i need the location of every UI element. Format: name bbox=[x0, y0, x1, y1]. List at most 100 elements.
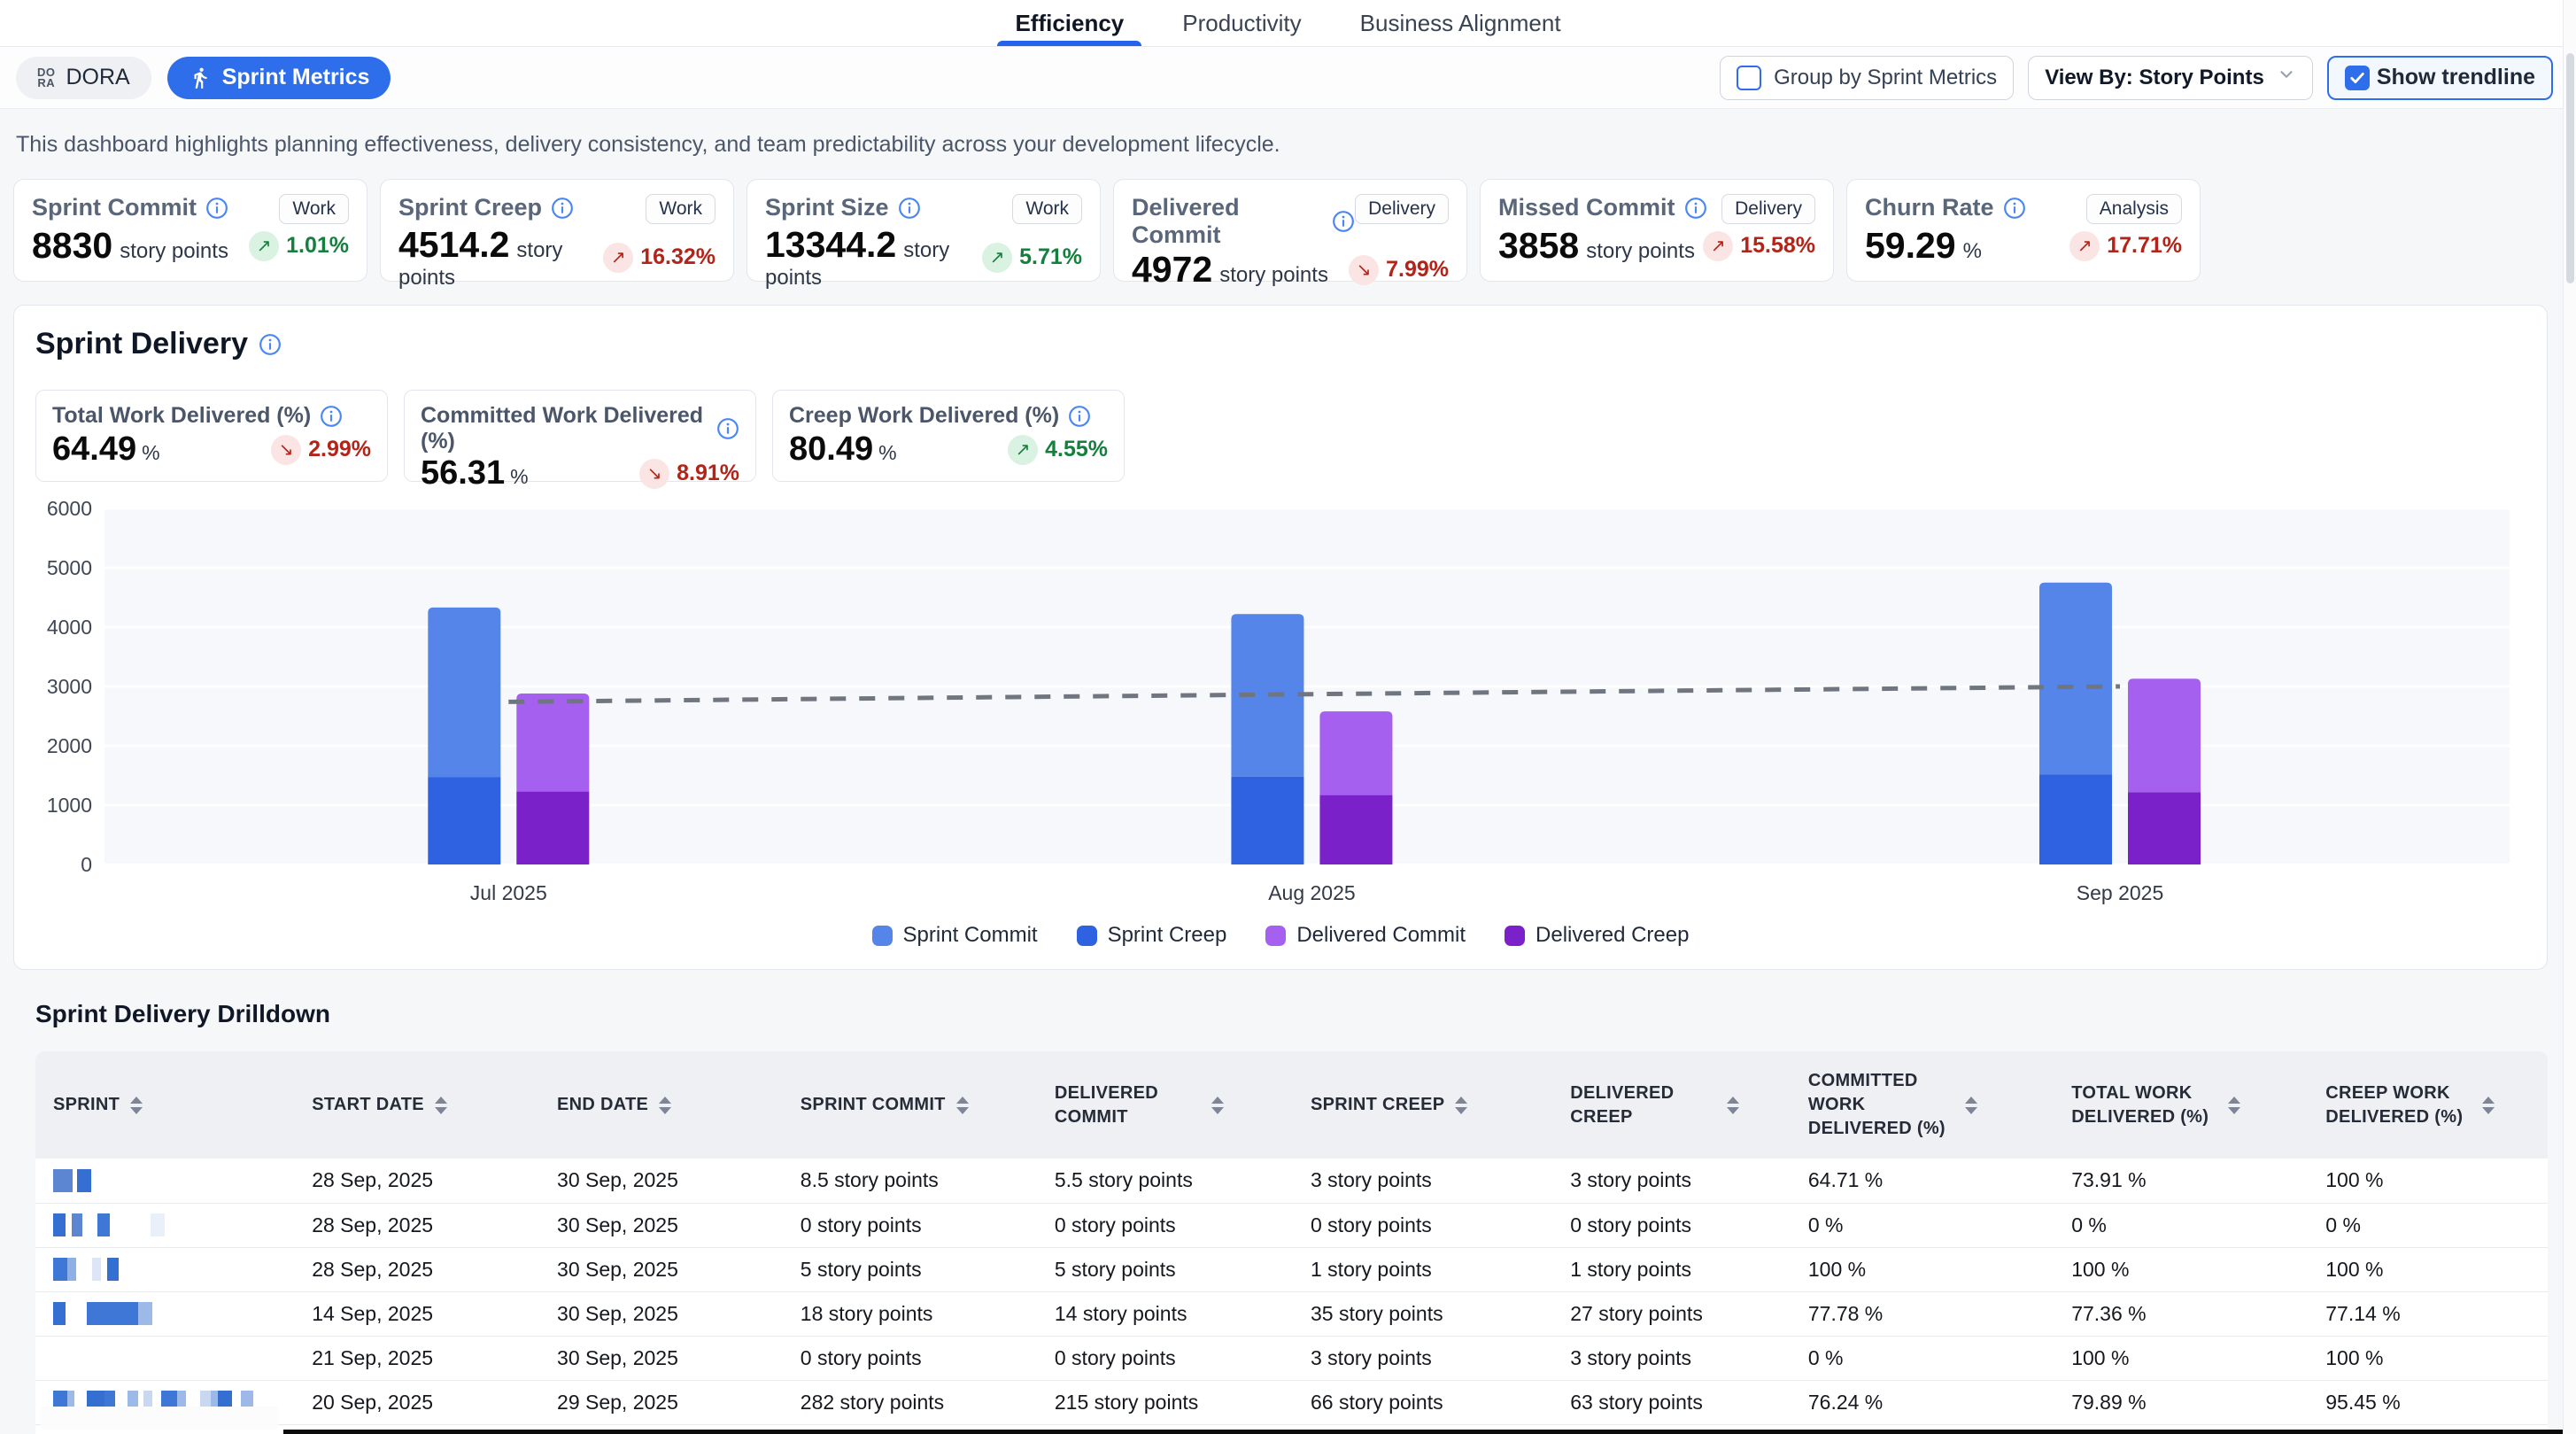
column-header-committed-work-delivered[interactable]: Committed Work Delivered (%) bbox=[1791, 1051, 2054, 1159]
bar-delivered-creep[interactable] bbox=[2128, 792, 2201, 864]
cell-sprint-creep: 0 story points bbox=[1293, 1203, 1552, 1247]
cell-start-date: 28 Sep, 2025 bbox=[294, 1203, 539, 1247]
table-row[interactable]: 28 Sep, 202530 Sep, 20255 story points5 … bbox=[35, 1247, 2548, 1291]
cell-start-date: 20 Sep, 2025 bbox=[294, 1380, 539, 1424]
dora-toggle-button[interactable]: DORA DORA bbox=[16, 57, 151, 99]
cell-sprint-commit: 5 story points bbox=[783, 1247, 1037, 1291]
trend-arrow-icon: ↘ bbox=[639, 459, 669, 489]
column-header-delivered-creep[interactable]: Delivered Creep bbox=[1552, 1051, 1791, 1159]
legend-item-delivered-creep[interactable]: Delivered Creep bbox=[1505, 923, 1689, 948]
bar-sprint-commit[interactable] bbox=[428, 608, 500, 778]
trend-indicator: ↘7.99% bbox=[1349, 255, 1449, 285]
bar-delivered-creep[interactable] bbox=[1319, 795, 1392, 864]
cell-total-work-delivered: 100 % bbox=[2054, 1247, 2308, 1291]
trend-value: 17.71% bbox=[2107, 233, 2182, 259]
metric-value: 59.29% bbox=[1865, 225, 1982, 267]
sprint-delivery-chart[interactable]: 0100020003000400050006000Jul 2025Aug 202… bbox=[35, 494, 2527, 918]
bar-delivered-commit[interactable] bbox=[2128, 678, 2201, 792]
table-row[interactable]: 14 Sep, 202530 Sep, 202518 story points1… bbox=[35, 1291, 2548, 1336]
metric-cards-row: Sprint Commit Work8830story points↗1.01%… bbox=[13, 179, 2576, 282]
scrollbar-thumb[interactable] bbox=[2566, 53, 2574, 283]
view-by-selected-value: View By: Story Points bbox=[2045, 66, 2264, 90]
cell-delivered-creep: 27 story points bbox=[1552, 1291, 1791, 1336]
trend-arrow-icon: ↘ bbox=[271, 435, 301, 465]
table-row[interactable]: 21 Sep, 202530 Sep, 20250 story points0 … bbox=[35, 1336, 2548, 1380]
bar-sprint-commit[interactable] bbox=[2039, 583, 2112, 774]
table-row[interactable]: 28 Sep, 202530 Sep, 20250 story points0 … bbox=[35, 1203, 2548, 1247]
sort-icon[interactable] bbox=[2482, 1097, 2495, 1114]
bar-delivered-creep[interactable] bbox=[516, 792, 589, 864]
trend-arrow-icon: ↗ bbox=[2069, 231, 2100, 261]
sort-icon[interactable] bbox=[1727, 1097, 1739, 1114]
column-header-sprint-creep[interactable]: Sprint Creep bbox=[1293, 1051, 1552, 1159]
legend-item-delivered-commit[interactable]: Delivered Commit bbox=[1265, 923, 1466, 948]
column-header-label: Creep Work Delivered (%) bbox=[2325, 1081, 2472, 1129]
column-header-start-date[interactable]: Start Date bbox=[294, 1051, 539, 1159]
info-icon[interactable] bbox=[1068, 405, 1091, 428]
trend-indicator: ↗ 17.71% bbox=[2069, 231, 2182, 261]
sort-icon[interactable] bbox=[2228, 1097, 2240, 1114]
sprint-metrics-toggle-button[interactable]: Sprint Metrics bbox=[167, 57, 391, 99]
sort-icon[interactable] bbox=[1211, 1097, 1224, 1114]
trend-indicator: ↗1.01% bbox=[249, 231, 349, 261]
category-badge: Work bbox=[279, 194, 349, 224]
sort-icon[interactable] bbox=[659, 1097, 671, 1114]
info-icon[interactable] bbox=[320, 405, 343, 428]
column-header-sprint[interactable]: Sprint bbox=[35, 1051, 294, 1159]
bar-sprint-creep[interactable] bbox=[1231, 777, 1303, 864]
bar-sprint-creep[interactable] bbox=[428, 778, 500, 864]
bar-delivered-commit[interactable] bbox=[516, 694, 589, 792]
page-scrollbar[interactable] bbox=[2563, 0, 2576, 1434]
column-header-label: Sprint bbox=[53, 1093, 120, 1117]
info-icon[interactable] bbox=[1684, 197, 1707, 220]
sort-icon[interactable] bbox=[956, 1097, 969, 1114]
show-trendline-toggle[interactable]: Show trendline bbox=[2327, 56, 2553, 100]
trend-indicator: ↘2.99% bbox=[271, 435, 371, 465]
sort-icon[interactable] bbox=[130, 1097, 143, 1114]
column-header-delivered-commit[interactable]: Delivered Commit bbox=[1037, 1051, 1293, 1159]
tab-business-alignment[interactable]: Business Alignment bbox=[1357, 0, 1565, 46]
column-header-end-date[interactable]: End Date bbox=[539, 1051, 783, 1159]
legend-item-sprint-creep[interactable]: Sprint Creep bbox=[1077, 923, 1227, 948]
trend-arrow-icon: ↗ bbox=[1008, 435, 1038, 465]
trend-indicator: ↘8.91% bbox=[639, 459, 739, 489]
info-icon[interactable] bbox=[205, 197, 228, 220]
group-by-sprint-metrics-toggle[interactable]: Group by Sprint Metrics bbox=[1720, 56, 2014, 100]
column-header-sprint-commit[interactable]: Sprint Commit bbox=[783, 1051, 1037, 1159]
bar-sprint-creep[interactable] bbox=[2039, 774, 2112, 864]
tab-productivity[interactable]: Productivity bbox=[1179, 0, 1304, 46]
info-icon[interactable] bbox=[259, 333, 282, 356]
tab-efficiency[interactable]: Efficiency bbox=[1011, 0, 1127, 46]
cell-committed-work-delivered: 0 % bbox=[1791, 1203, 2054, 1247]
delivery-subcards-row: Total Work Delivered (%) 64.49%↘2.99%Com… bbox=[35, 390, 2526, 482]
info-icon[interactable] bbox=[1332, 210, 1355, 233]
trend-value: 16.32% bbox=[640, 244, 716, 270]
sort-icon[interactable] bbox=[435, 1097, 447, 1114]
subcard-creep-work-delivered-: Creep Work Delivered (%) 80.49%↗4.55% bbox=[772, 390, 1125, 482]
legend-label: Delivered Creep bbox=[1536, 923, 1689, 948]
sort-icon[interactable] bbox=[1965, 1097, 1977, 1114]
legend-item-sprint-commit[interactable]: Sprint Commit bbox=[872, 923, 1038, 948]
view-by-dropdown[interactable]: View By: Story Points bbox=[2028, 56, 2313, 100]
show-trendline-checkbox[interactable] bbox=[2345, 66, 2370, 90]
cell-sprint-commit: 282 story points bbox=[783, 1380, 1037, 1424]
bar-delivered-commit[interactable] bbox=[1319, 711, 1392, 795]
x-axis-label: Sep 2025 bbox=[2077, 881, 2163, 904]
metric-card-sprint-size: Sprint Size Work13344.2story points↗5.71… bbox=[746, 179, 1101, 282]
show-trendline-label: Show trendline bbox=[2377, 65, 2535, 90]
info-icon[interactable] bbox=[898, 197, 921, 220]
group-by-checkbox[interactable] bbox=[1737, 66, 1761, 90]
cell-committed-work-delivered: 76.24 % bbox=[1791, 1380, 2054, 1424]
info-icon[interactable] bbox=[716, 417, 739, 440]
info-icon[interactable] bbox=[2003, 197, 2026, 220]
column-header-label: Total Work Delivered (%) bbox=[2071, 1081, 2217, 1129]
sort-icon[interactable] bbox=[1455, 1097, 1467, 1114]
column-header-total-work-delivered[interactable]: Total Work Delivered (%) bbox=[2054, 1051, 2308, 1159]
table-row[interactable]: 20 Sep, 202529 Sep, 2025282 story points… bbox=[35, 1380, 2548, 1424]
info-icon[interactable] bbox=[551, 197, 574, 220]
trend-indicator: ↗15.58% bbox=[1703, 231, 1815, 261]
table-row[interactable]: 28 Sep, 202530 Sep, 20258.5 story points… bbox=[35, 1159, 2548, 1203]
column-header-label: Start Date bbox=[312, 1093, 424, 1117]
column-header-creep-work-delivered[interactable]: Creep Work Delivered (%) bbox=[2308, 1051, 2548, 1159]
metric-value: 8830story points bbox=[32, 225, 228, 267]
